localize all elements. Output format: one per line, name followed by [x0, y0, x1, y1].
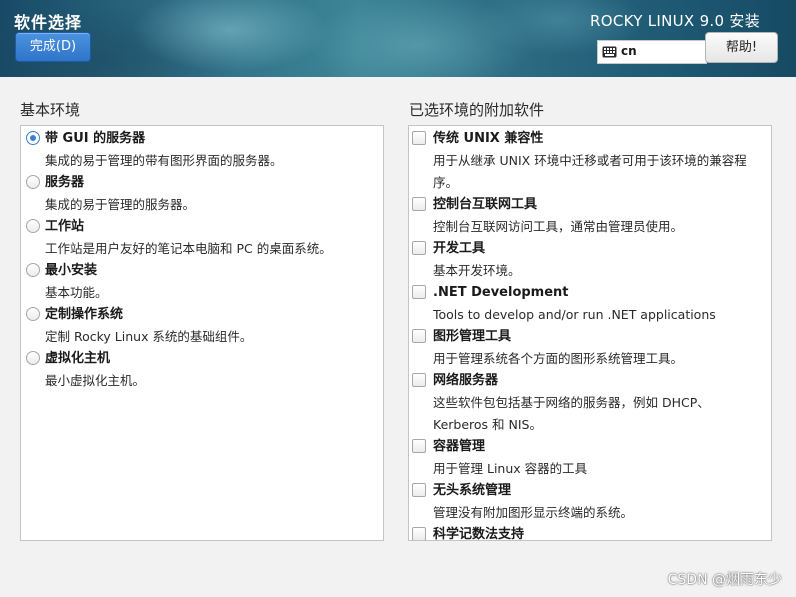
base-env-label: 工作站	[45, 219, 85, 234]
checkbox-icon[interactable]	[412, 527, 426, 540]
watermark: CSDN @烟雨东少	[667, 572, 782, 588]
checkbox-icon[interactable]	[412, 241, 426, 255]
base-env-desc: 基本功能。	[45, 285, 108, 300]
base-env-title: 基本环境	[20, 101, 81, 119]
addon-option[interactable]: 传统 UNIX 兼容性用于从继承 UNIX 环境中迁移或者可用于该环境的兼容程序…	[409, 128, 771, 194]
checkbox-icon[interactable]	[412, 197, 426, 211]
addon-label: 图形管理工具	[433, 329, 512, 344]
keyboard-icon	[602, 46, 617, 58]
addon-option[interactable]: .NET Development Tools to develop and/or …	[409, 282, 771, 326]
addon-label: 控制台互联网工具	[433, 197, 538, 212]
base-env-option[interactable]: 服务器集成的易于管理的服务器。	[21, 172, 383, 216]
base-env-desc: 最小虚拟化主机。	[45, 373, 146, 388]
checkbox-icon[interactable]	[412, 483, 426, 497]
addon-desc: 用于从继承 UNIX 环境中迁移或者可用于该环境的兼容程序。	[433, 153, 747, 190]
checkbox-icon[interactable]	[412, 285, 426, 299]
addon-option[interactable]: 开发工具基本开发环境。	[409, 238, 771, 282]
addon-label: .NET Development	[433, 285, 569, 300]
base-env-label: 最小安装	[45, 263, 98, 278]
addon-option[interactable]: 容器管理用于管理 Linux 容器的工具	[409, 436, 771, 480]
radio-unchecked-icon[interactable]	[26, 219, 40, 233]
base-env-option[interactable]: 带 GUI 的服务器集成的易于管理的带有图形界面的服务器。	[21, 128, 383, 172]
base-env-label: 带 GUI 的服务器	[45, 131, 146, 146]
addon-option[interactable]: 科学记数法支持用于数学和科学计算以及平行计算的工具。	[409, 524, 771, 541]
addon-option[interactable]: 无头系统管理管理没有附加图形显示终端的系统。	[409, 480, 771, 524]
done-button[interactable]: 完成(D)	[15, 32, 91, 62]
addon-label: 容器管理	[433, 439, 486, 454]
radio-unchecked-icon[interactable]	[26, 175, 40, 189]
addon-desc: 管理没有附加图形显示终端的系统。	[433, 505, 634, 520]
base-env-desc: 集成的易于管理的带有图形界面的服务器。	[45, 153, 283, 168]
checkbox-icon[interactable]	[412, 329, 426, 343]
spoke-title: 软件选择	[14, 13, 83, 32]
addon-option[interactable]: 图形管理工具用于管理系统各个方面的图形系统管理工具。	[409, 326, 771, 370]
radio-checked-icon[interactable]	[26, 131, 40, 145]
help-button[interactable]: 帮助!	[705, 32, 778, 63]
addon-label: 网络服务器	[433, 373, 499, 388]
addon-desc: 基本开发环境。	[433, 263, 521, 278]
base-env-option[interactable]: 虚拟化主机最小虚拟化主机。	[21, 348, 383, 392]
base-env-desc: 定制 Rocky Linux 系统的基础组件。	[45, 329, 253, 344]
addon-desc: 这些软件包包括基于网络的服务器，例如 DHCP、Kerberos 和 NIS。	[433, 395, 710, 432]
base-env-label: 服务器	[45, 175, 85, 190]
addons-title: 已选环境的附加软件	[409, 101, 545, 119]
checkbox-icon[interactable]	[412, 439, 426, 453]
keyboard-layout-label: cn	[621, 44, 637, 58]
radio-unchecked-icon[interactable]	[26, 307, 40, 321]
addon-desc: 用于管理 Linux 容器的工具	[433, 461, 588, 476]
addon-desc: 控制台互联网访问工具，通常由管理员使用。	[433, 219, 684, 234]
addon-desc: 用于管理系统各个方面的图形系统管理工具。	[433, 351, 684, 366]
base-env-option[interactable]: 最小安装 基本功能。	[21, 260, 383, 304]
base-env-desc: 工作站是用户友好的笔记本电脑和 PC 的桌面系统。	[45, 241, 332, 256]
addon-label: 开发工具	[433, 241, 486, 256]
addon-label: 科学记数法支持	[433, 527, 525, 541]
addon-option[interactable]: 控制台互联网工具控制台互联网访问工具，通常由管理员使用。	[409, 194, 771, 238]
base-env-list: 带 GUI 的服务器 集成的易于管理的带有图形界面的服务器。 服务器 集成的易于管理的…	[20, 125, 384, 541]
radio-unchecked-icon[interactable]	[26, 351, 40, 365]
base-env-label: 虚拟化主机	[45, 351, 111, 366]
radio-unchecked-icon[interactable]	[26, 263, 40, 277]
addon-label: 无头系统管理	[433, 483, 512, 498]
header-banner: 软件选择 完成(D) ROCKY LINUX 9.0 安装 cn 帮助!	[0, 0, 796, 77]
base-env-option[interactable]: 定制操作系统定制 Rocky Linux 系统的基础组件。	[21, 304, 383, 348]
addon-desc: Tools to develop and/or run .NET applica…	[433, 307, 716, 322]
product-title: ROCKY LINUX 9.0 安装	[590, 12, 760, 30]
checkbox-icon[interactable]	[412, 373, 426, 387]
addon-option[interactable]: 网络服务器这些软件包包括基于网络的服务器，例如 DHCP、Kerberos 和 …	[409, 370, 771, 436]
base-env-label: 定制操作系统	[45, 307, 124, 322]
base-env-desc: 集成的易于管理的服务器。	[45, 197, 196, 212]
checkbox-icon[interactable]	[412, 131, 426, 145]
base-env-option[interactable]: 工作站工作站是用户友好的笔记本电脑和 PC 的桌面系统。	[21, 216, 383, 260]
addons-list: 传统 UNIX 兼容性用于从继承 UNIX 环境中迁移或者可用于该环境的兼容程序…	[408, 125, 772, 541]
keyboard-layout-indicator[interactable]: cn	[597, 40, 707, 64]
addon-label: 传统 UNIX 兼容性	[433, 131, 544, 146]
